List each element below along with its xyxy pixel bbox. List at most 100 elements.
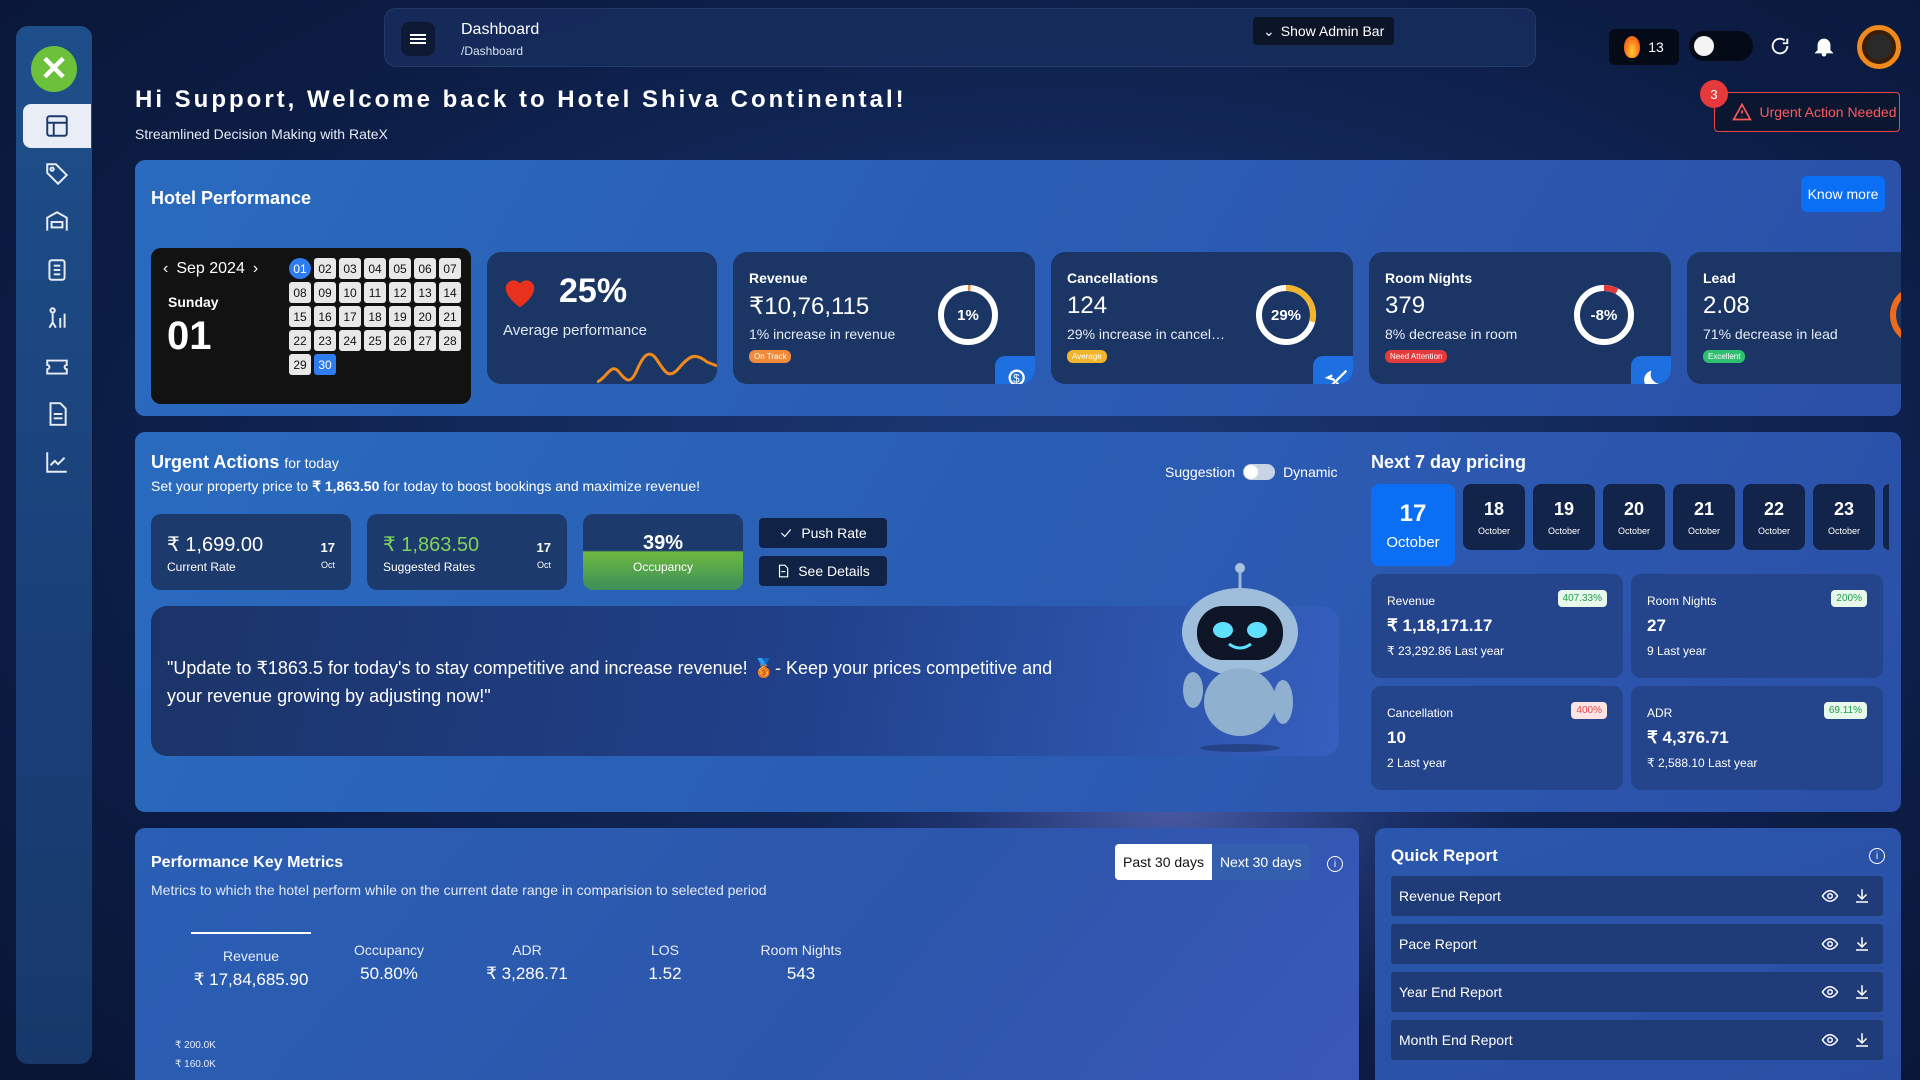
- next-7-day-item[interactable]: 22 October: [1743, 484, 1805, 550]
- show-admin-bar-button[interactable]: ⌄ Show Admin Bar: [1253, 17, 1395, 45]
- calendar-day[interactable]: 05: [389, 258, 411, 279]
- eye-icon[interactable]: [1821, 983, 1839, 1001]
- next-7-day-item[interactable]: 23 October: [1813, 484, 1875, 550]
- stat-last-year: ₹ 2,588.10 Last year: [1647, 756, 1758, 770]
- streak-counter[interactable]: 13: [1609, 29, 1679, 65]
- calendar-day[interactable]: 13: [414, 282, 436, 303]
- quick-report-item[interactable]: Year End Report: [1391, 972, 1883, 1012]
- urgent-action-button[interactable]: Urgent Action Needed: [1714, 92, 1900, 132]
- calendar-day[interactable]: 06: [414, 258, 436, 279]
- calendar-day[interactable]: 12: [389, 282, 411, 303]
- sidebar-item-tags[interactable]: [23, 152, 91, 196]
- top-bar: Dashboard /Dashboard ⌄ Show Admin Bar 13: [384, 8, 1901, 69]
- menu-button[interactable]: [401, 22, 435, 56]
- see-details-button[interactable]: See Details: [759, 556, 887, 586]
- calendar-day[interactable]: 10: [339, 282, 361, 303]
- calendar-day[interactable]: 20: [414, 306, 436, 327]
- past-30-days-tab[interactable]: Past 30 days: [1115, 844, 1212, 880]
- metric-los[interactable]: LOS 1.52: [615, 942, 715, 984]
- calendar-day[interactable]: 03: [339, 258, 361, 279]
- quick-report-item[interactable]: Pace Report: [1391, 924, 1883, 964]
- download-icon[interactable]: [1853, 1031, 1871, 1049]
- next-7-day-item[interactable]: 19 October: [1533, 484, 1595, 550]
- kpi-title: Revenue: [749, 270, 808, 286]
- next-7-day-item[interactable]: 18 October: [1463, 484, 1525, 550]
- cancellations-badge[interactable]: [1313, 356, 1353, 384]
- quick-report-item[interactable]: Month End Report: [1391, 1020, 1883, 1060]
- sidebar-item-tickets[interactable]: [23, 344, 91, 388]
- calendar-day[interactable]: 08: [289, 282, 311, 303]
- app-logo[interactable]: ✕: [31, 46, 77, 92]
- next-7-day-item[interactable]: 20 October: [1603, 484, 1665, 550]
- calendar-day[interactable]: 29: [289, 354, 311, 375]
- calendar-day[interactable]: 24: [339, 330, 361, 351]
- push-rate-button[interactable]: Push Rate: [759, 518, 887, 548]
- calendar-day[interactable]: 15: [289, 306, 311, 327]
- sidebar-item-dashboard[interactable]: [23, 104, 91, 148]
- calendar-day[interactable]: 04: [364, 258, 386, 279]
- urgent-actions-title: Urgent Actions for today: [151, 452, 339, 473]
- notifications-button[interactable]: [1813, 35, 1835, 57]
- calendar-day[interactable]: 18: [364, 306, 386, 327]
- refresh-button[interactable]: [1769, 35, 1791, 57]
- sidebar-item-hotel[interactable]: [23, 200, 91, 244]
- quick-report-item[interactable]: Revenue Report: [1391, 876, 1883, 916]
- sidebar-item-trends[interactable]: [23, 440, 91, 484]
- calendar-day[interactable]: 17: [339, 306, 361, 327]
- metric-room-nights[interactable]: Room Nights 543: [739, 942, 863, 984]
- stat-change-badge: 400%: [1571, 702, 1607, 719]
- calendar-day[interactable]: 19: [389, 306, 411, 327]
- revenue-badge[interactable]: $: [995, 356, 1035, 384]
- room-nights-badge[interactable]: [1631, 356, 1671, 384]
- calendar-day[interactable]: 14: [439, 282, 461, 303]
- info-icon[interactable]: i: [1327, 856, 1343, 872]
- download-icon[interactable]: [1853, 983, 1871, 1001]
- next-30-days-tab[interactable]: Next 30 days: [1211, 844, 1310, 880]
- download-icon[interactable]: [1853, 935, 1871, 953]
- sidebar-item-rates[interactable]: [23, 248, 91, 292]
- know-more-button[interactable]: Know more: [1801, 176, 1885, 212]
- performance-key-metrics-panel: Performance Key Metrics Metrics to which…: [135, 828, 1359, 1080]
- calendar-day[interactable]: 02: [314, 258, 336, 279]
- calendar-day[interactable]: 21: [439, 306, 461, 327]
- calendar-day[interactable]: 22: [289, 330, 311, 351]
- calendar-day[interactable]: 23: [314, 330, 336, 351]
- streak-count: 13: [1648, 39, 1664, 55]
- calendar-day[interactable]: 09: [314, 282, 336, 303]
- calendar-day[interactable]: 11: [364, 282, 386, 303]
- current-rate-month: Oct: [320, 560, 335, 570]
- eye-icon[interactable]: [1821, 1031, 1839, 1049]
- calendar-day[interactable]: 16: [314, 306, 336, 327]
- kpi-value: 379: [1385, 292, 1426, 319]
- calendar-day[interactable]: 07: [439, 258, 461, 279]
- stat-value: ₹ 1,18,171.17: [1387, 616, 1493, 635]
- metric-occupancy[interactable]: Occupancy 50.80%: [331, 942, 447, 984]
- download-icon[interactable]: [1853, 887, 1871, 905]
- next-7-day-item[interactable]: 21 October: [1673, 484, 1735, 550]
- info-icon[interactable]: i: [1869, 848, 1885, 864]
- suggestion-label: Suggestion: [1165, 464, 1236, 480]
- calendar-day[interactable]: 28: [439, 330, 461, 351]
- metric-adr[interactable]: ADR ₹ 3,286.71: [465, 942, 589, 984]
- chevron-right-icon[interactable]: ›: [253, 260, 258, 278]
- sidebar-item-reports[interactable]: [23, 392, 91, 436]
- calendar-day[interactable]: 30: [314, 354, 336, 375]
- next-7-day-item[interactable]: 17 October: [1371, 484, 1455, 566]
- theme-toggle[interactable]: [1689, 31, 1753, 61]
- calendar-day[interactable]: 25: [364, 330, 386, 351]
- user-avatar[interactable]: [1857, 25, 1901, 69]
- plane-icon: [1324, 369, 1348, 384]
- occupancy-card: 39% Occupancy: [583, 514, 743, 590]
- sidebar-item-analytics[interactable]: [23, 296, 91, 340]
- ai-recommendation-text: "Update to ₹1863.5 for today's to stay c…: [167, 658, 1053, 706]
- eye-icon[interactable]: [1821, 887, 1839, 905]
- chevron-left-icon[interactable]: ‹: [163, 260, 168, 278]
- mode-switch[interactable]: [1243, 464, 1276, 480]
- calendar-weekday: Sunday: [168, 294, 219, 310]
- calendar-day[interactable]: 26: [389, 330, 411, 351]
- eye-icon[interactable]: [1821, 935, 1839, 953]
- metric-revenue[interactable]: Revenue ₹ 17,84,685.90: [191, 932, 311, 990]
- calendar-day[interactable]: 01: [289, 258, 311, 279]
- suggested-rate-card: ₹ 1,863.50 Suggested Rates 17 Oct: [367, 514, 567, 590]
- calendar-day[interactable]: 27: [414, 330, 436, 351]
